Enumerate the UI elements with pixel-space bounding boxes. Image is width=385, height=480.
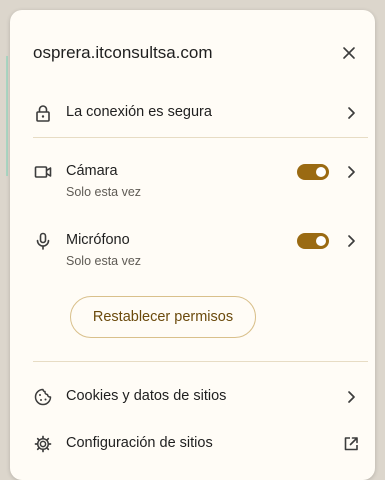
microphone-toggle[interactable]: [297, 233, 329, 249]
close-icon: [343, 47, 355, 59]
chevron-right-icon: [341, 387, 361, 407]
divider: [33, 137, 368, 138]
background-accent-edge: [6, 56, 8, 176]
open-in-new-icon: [341, 434, 361, 454]
cookies-label: Cookies y datos de sitios: [66, 388, 227, 404]
gear-icon: [33, 434, 53, 454]
connection-security-row[interactable]: La conexión es segura: [10, 88, 375, 138]
chevron-right-icon: [341, 162, 361, 182]
lock-icon: [33, 103, 53, 123]
site-settings-row[interactable]: Configuración de sitios: [10, 428, 375, 462]
chevron-right-icon: [341, 103, 361, 123]
permission-row-microphone[interactable]: Micrófono Solo esta vez: [10, 227, 375, 275]
connection-label: La conexión es segura: [66, 104, 212, 120]
camera-icon: [33, 162, 53, 182]
divider: [33, 361, 368, 362]
cookies-row[interactable]: Cookies y datos de sitios: [10, 380, 375, 414]
permission-sublabel: Solo esta vez: [66, 185, 142, 199]
chevron-right-icon: [341, 231, 361, 251]
permission-label: Cámara: [66, 163, 118, 179]
camera-toggle[interactable]: [297, 164, 329, 180]
permission-row-camera[interactable]: Cámara Solo esta vez: [10, 158, 375, 206]
site-info-popup: osprera.itconsultsa.com La conexión es s…: [10, 10, 375, 480]
reset-permissions-button[interactable]: Restablecer permisos: [70, 296, 256, 338]
permission-sublabel: Solo esta vez: [66, 254, 142, 268]
cookie-icon: [33, 387, 53, 407]
toggle-knob: [316, 167, 326, 177]
permission-label: Micrófono: [66, 232, 130, 248]
site-domain: osprera.itconsultsa.com: [33, 43, 213, 62]
popup-header: osprera.itconsultsa.com: [10, 10, 375, 88]
microphone-icon: [33, 231, 53, 251]
close-button[interactable]: [337, 41, 361, 65]
site-settings-label: Configuración de sitios: [66, 435, 213, 451]
toggle-knob: [316, 236, 326, 246]
